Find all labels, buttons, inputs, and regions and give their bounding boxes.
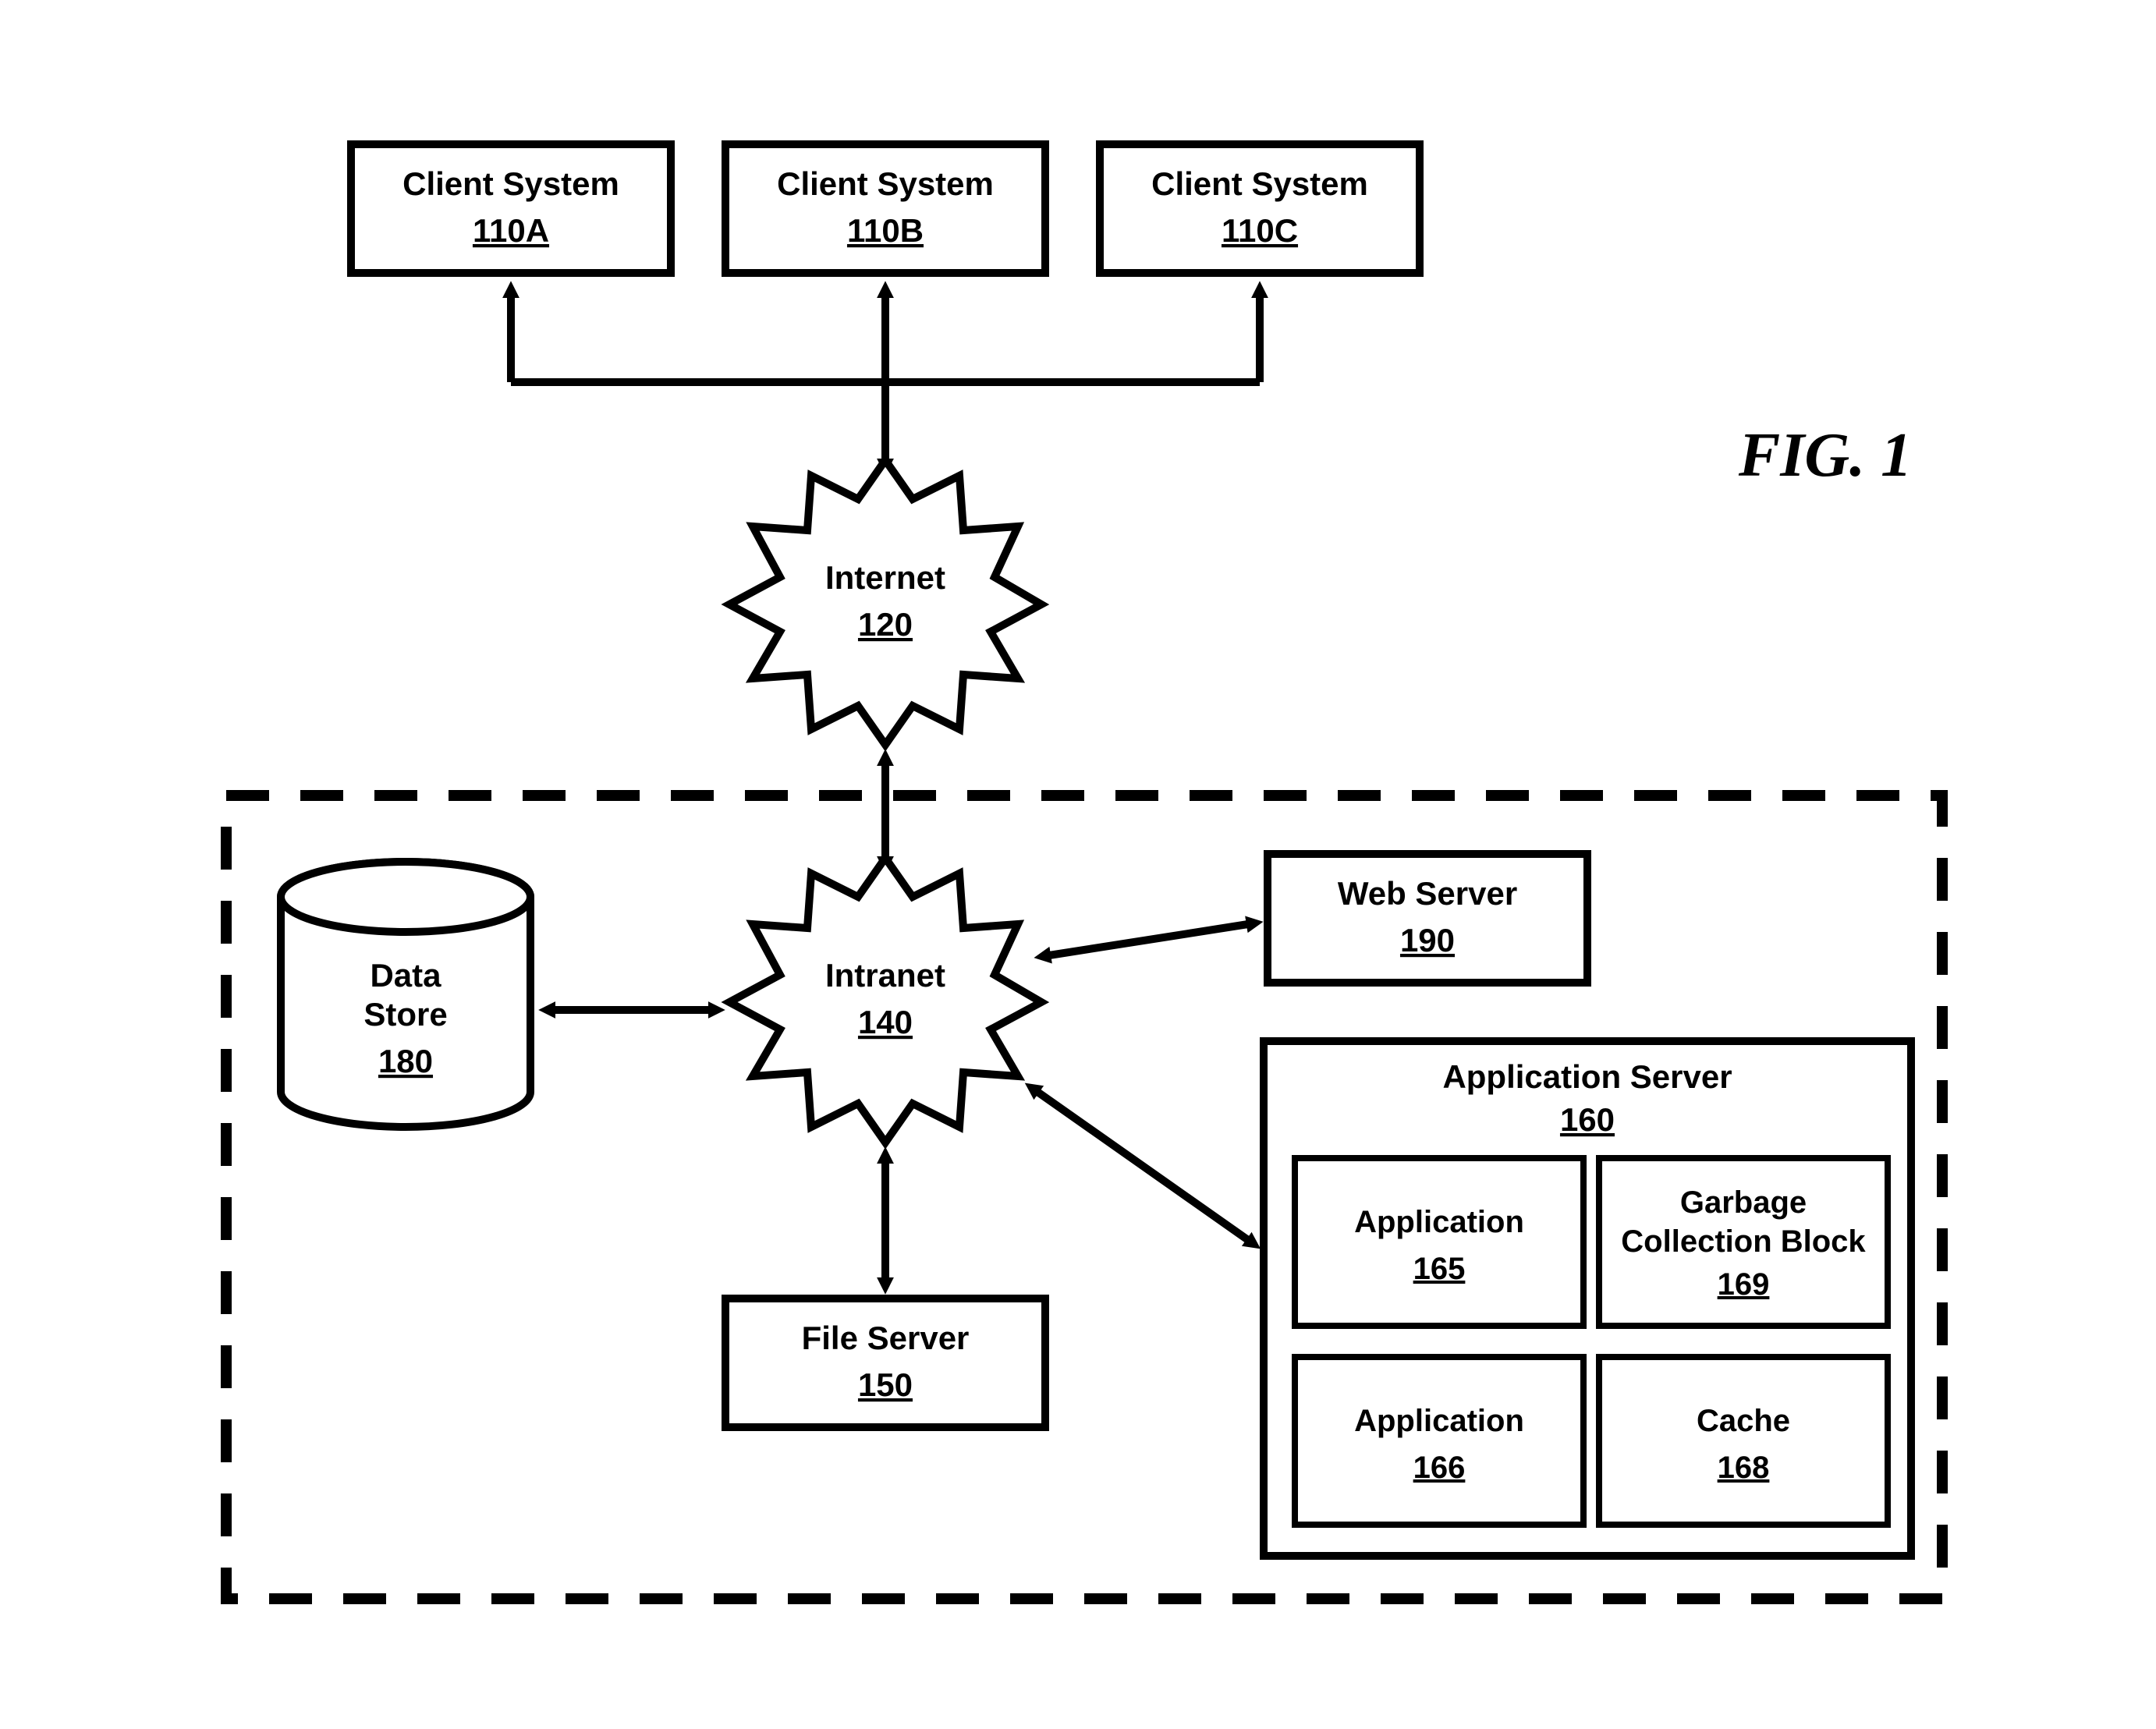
app2-title: Application xyxy=(1354,1404,1524,1438)
garbage-collection-block: Garbage Collection Block 169 xyxy=(1599,1158,1888,1326)
intranet-title: Intranet xyxy=(825,957,945,994)
client-a-title: Client System xyxy=(402,165,619,202)
application-165: Application 165 xyxy=(1295,1158,1583,1326)
app-server-node: Application Server 160 Application 165 G… xyxy=(1264,1041,1911,1556)
web-server-ref: 190 xyxy=(1400,922,1455,958)
client-b-title: Client System xyxy=(777,165,994,202)
data-store-node: Data Store 180 xyxy=(281,862,530,1127)
internet-title: Internet xyxy=(825,559,945,596)
application-166: Application 166 xyxy=(1295,1357,1583,1525)
file-server-title: File Server xyxy=(802,1320,970,1356)
data-store-title1: Data xyxy=(370,957,441,994)
file-server-ref: 150 xyxy=(858,1366,913,1403)
app-server-title: Application Server xyxy=(1442,1058,1732,1095)
internet-ref: 120 xyxy=(858,606,913,643)
internet-node: Internet 120 xyxy=(729,460,1041,745)
data-store-ref: 180 xyxy=(378,1043,433,1079)
gc-title1: Garbage xyxy=(1680,1185,1807,1220)
arrow-intranet-webserver xyxy=(1049,924,1248,955)
client-b-ref: 110B xyxy=(847,212,924,249)
client-c-ref: 110C xyxy=(1222,212,1298,249)
client-system-b: Client System 110B xyxy=(725,144,1045,273)
client-c-title: Client System xyxy=(1151,165,1368,202)
data-store-title2: Store xyxy=(363,996,447,1033)
web-server-node: Web Server 190 xyxy=(1268,854,1587,983)
cache-block: Cache 168 xyxy=(1599,1357,1888,1525)
gc-title2: Collection Block xyxy=(1621,1224,1866,1259)
gc-ref: 169 xyxy=(1718,1267,1770,1302)
cache-ref: 168 xyxy=(1718,1451,1770,1485)
figure-label: FIG. 1 xyxy=(1738,421,1912,490)
client-a-ref: 110A xyxy=(473,212,549,249)
app2-ref: 166 xyxy=(1413,1451,1466,1485)
architecture-diagram: Client System 110A Client System 110B Cl… xyxy=(0,0,2156,1729)
intranet-ref: 140 xyxy=(858,1004,913,1040)
cache-title: Cache xyxy=(1697,1404,1790,1438)
web-server-title: Web Server xyxy=(1338,875,1517,912)
app-server-ref: 160 xyxy=(1560,1101,1615,1138)
client-system-c: Client System 110C xyxy=(1100,144,1420,273)
app1-ref: 165 xyxy=(1413,1252,1466,1286)
app1-title: Application xyxy=(1354,1205,1524,1239)
arrow-intranet-appserver xyxy=(1037,1092,1248,1240)
file-server-node: File Server 150 xyxy=(725,1299,1045,1427)
intranet-node: Intranet 140 xyxy=(729,858,1041,1143)
client-system-a: Client System 110A xyxy=(351,144,671,273)
